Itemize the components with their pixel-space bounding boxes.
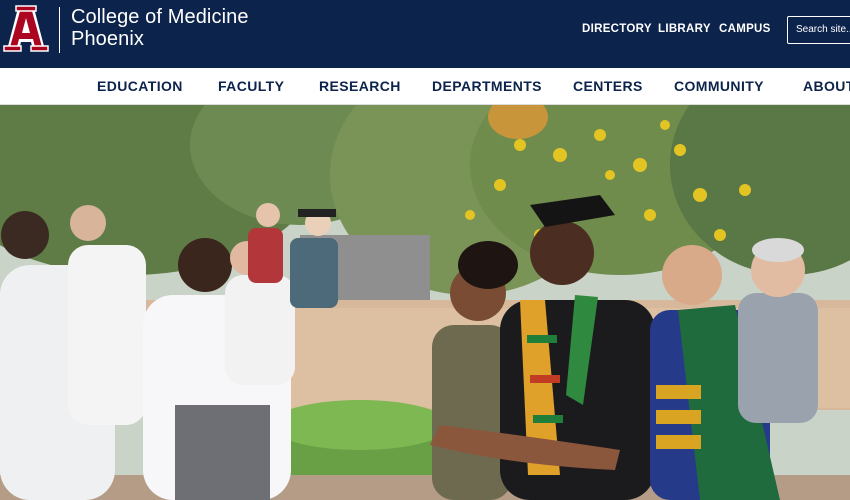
top-banner: College of Medicine Phoenix DIRECTORY LI… (0, 0, 850, 68)
search-input[interactable]: Search site... (787, 16, 850, 44)
logo-divider (59, 7, 60, 53)
hero-photo (0, 105, 850, 500)
university-logo[interactable] (0, 4, 52, 54)
site-title-line1: College of Medicine (71, 6, 249, 28)
util-link-campus[interactable]: CAMPUS (719, 23, 771, 35)
nav-item-faculty[interactable]: FACULTY (218, 78, 284, 94)
nav-item-about[interactable]: ABOUT (803, 78, 850, 94)
util-link-library[interactable]: LIBRARY (658, 23, 711, 35)
nav-item-community[interactable]: COMMUNITY (674, 78, 764, 94)
nav-item-centers[interactable]: CENTERS (573, 78, 643, 94)
main-nav: EDUCATION FACULTY RESEARCH DEPARTMENTS C… (0, 68, 850, 105)
nav-item-research[interactable]: RESEARCH (319, 78, 401, 94)
nav-item-education[interactable]: EDUCATION (97, 78, 183, 94)
site-title[interactable]: College of Medicine Phoenix (71, 6, 249, 50)
site-title-line2: Phoenix (71, 28, 144, 50)
nav-item-departments[interactable]: DEPARTMENTS (432, 78, 542, 94)
graduation-scene-image (0, 105, 850, 500)
block-a-logo-icon (0, 4, 52, 54)
util-link-directory[interactable]: DIRECTORY (582, 23, 652, 35)
